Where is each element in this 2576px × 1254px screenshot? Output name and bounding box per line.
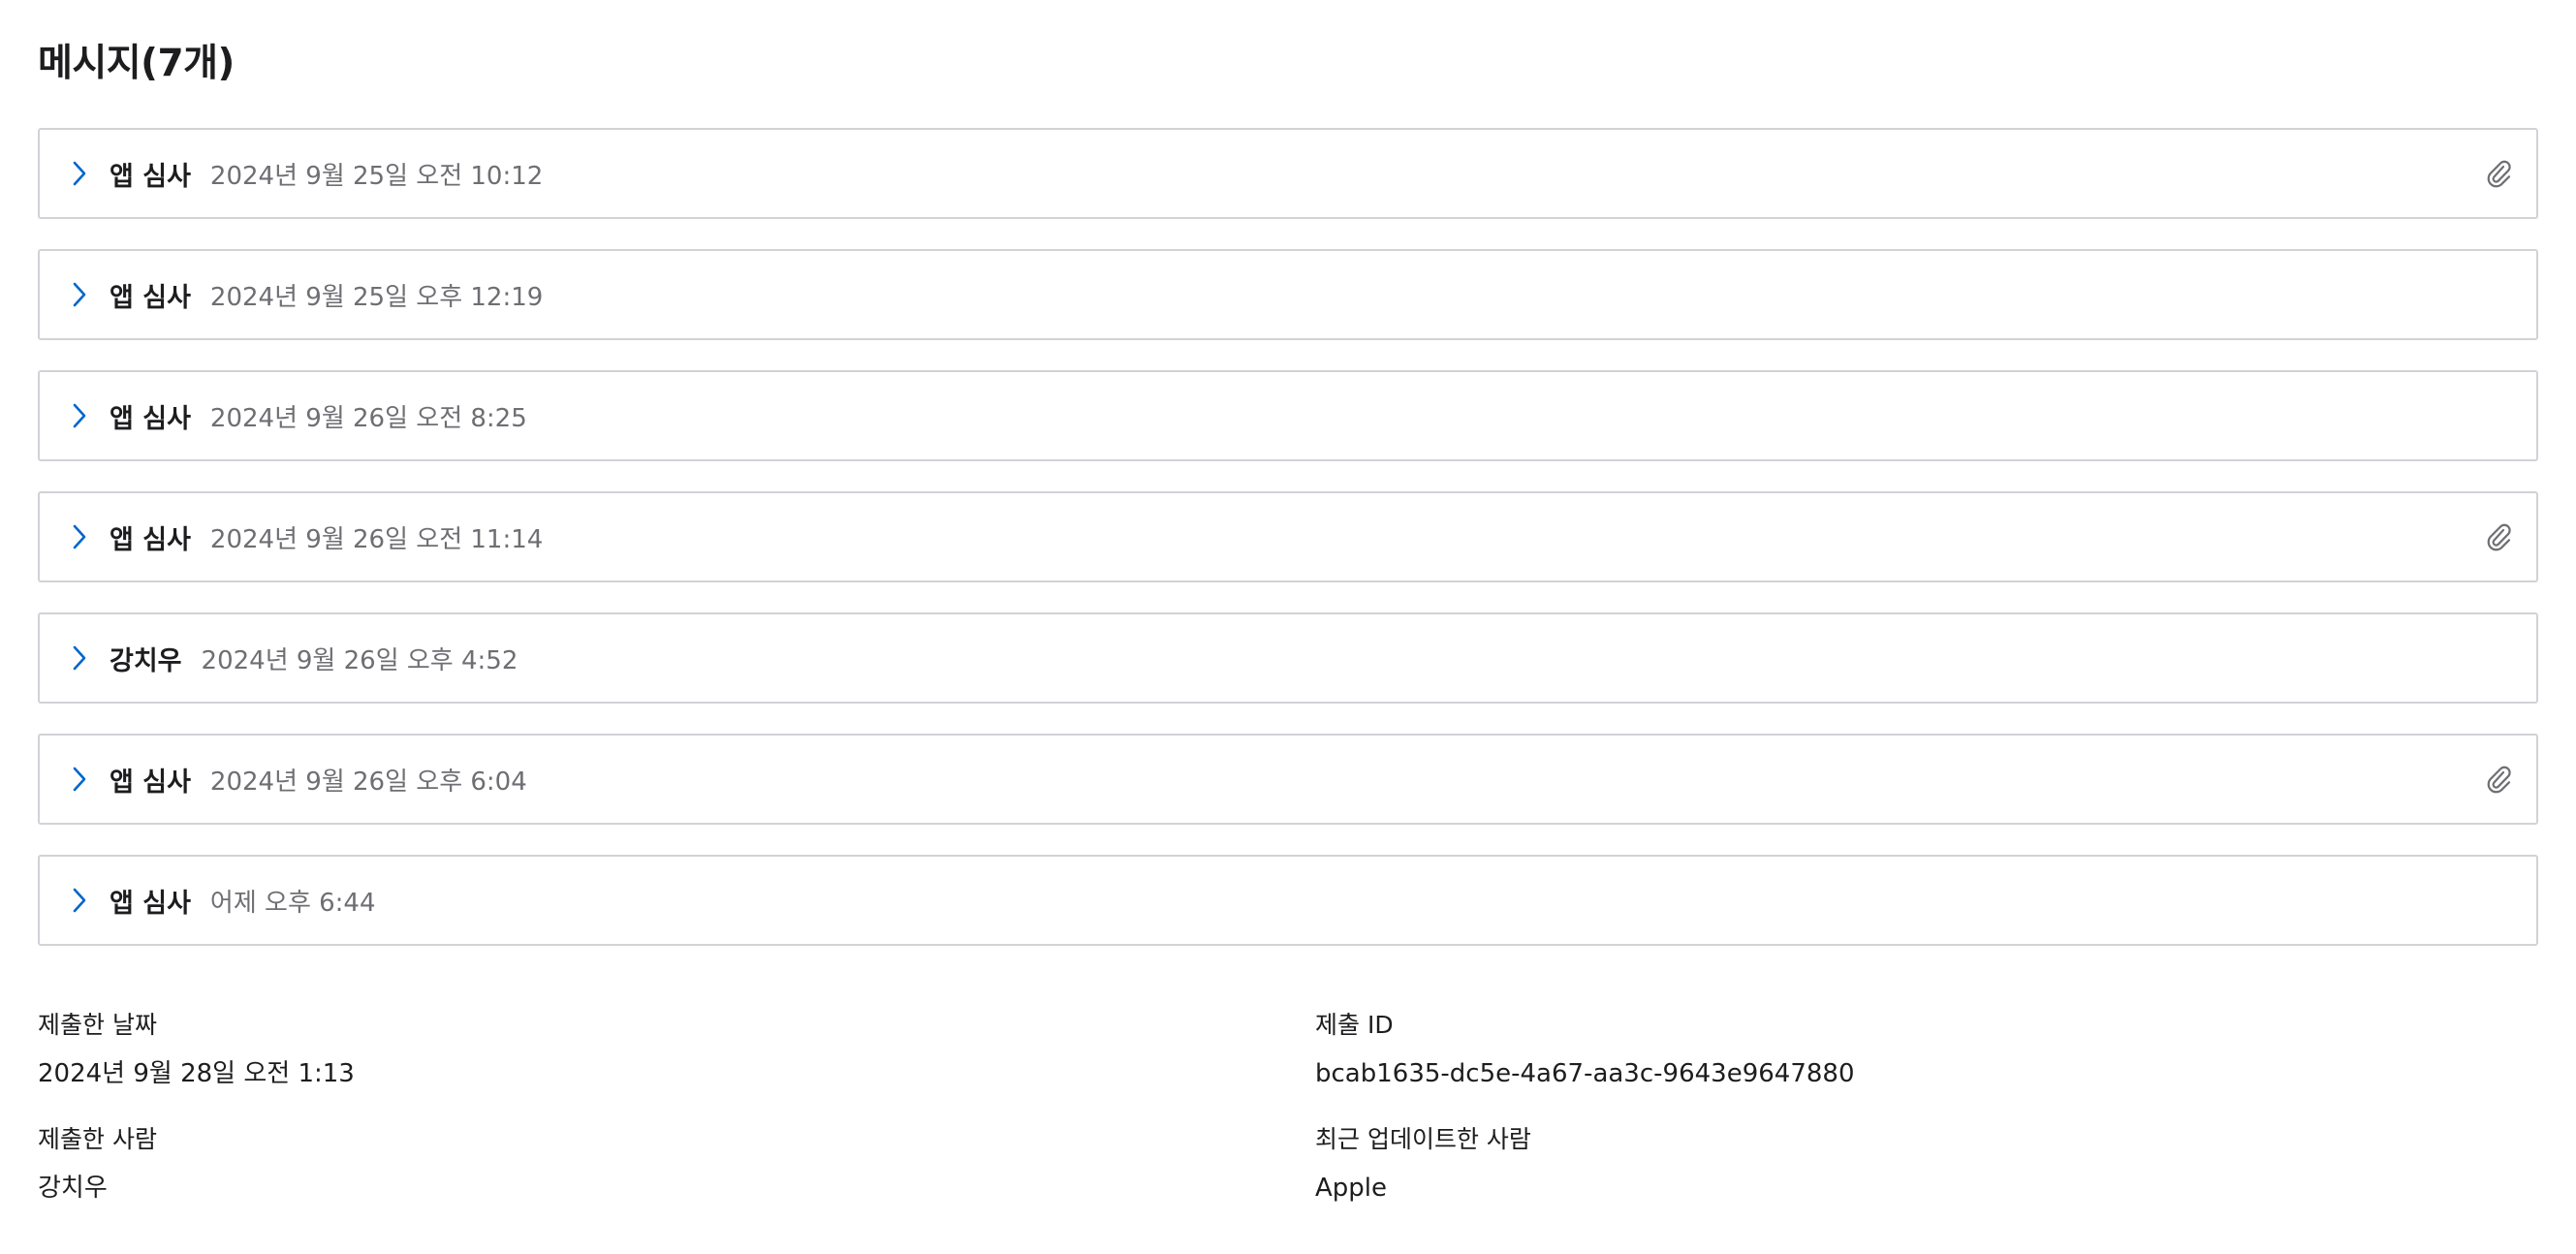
message-row[interactable]: 강치우 2024년 9월 26일 오후 4:52 xyxy=(38,612,2538,704)
message-row[interactable]: 앱 심사 2024년 9월 26일 오전 11:14 xyxy=(38,491,2538,582)
message-row[interactable]: 앱 심사 2024년 9월 26일 오전 8:25 xyxy=(38,370,2538,461)
meta-submitted-by: 제출한 사람 강치우 xyxy=(38,1122,1315,1206)
meta-last-updated-by: 최근 업데이트한 사람 Apple xyxy=(1315,1122,2538,1206)
message-sender: 강치우 xyxy=(110,645,182,676)
meta-label: 최근 업데이트한 사람 xyxy=(1315,1125,1531,1153)
chevron-right-icon[interactable] xyxy=(67,765,92,794)
message-list: 앱 심사 2024년 9월 25일 오전 10:12 앱 심사 2024년 9월 25… xyxy=(38,128,2538,976)
message-sender: 앱 심사 xyxy=(110,161,191,192)
submission-meta: 제출한 날짜 2024년 9월 28일 오전 1:13 제출 ID bcab16… xyxy=(38,1008,2538,1206)
message-date: 2024년 9월 26일 오전 8:25 xyxy=(209,403,527,433)
meta-label: 제출 ID xyxy=(1315,1011,1394,1039)
meta-submitted-date: 제출한 날짜 2024년 9월 28일 오전 1:13 xyxy=(38,1008,1315,1091)
message-date: 2024년 9월 25일 오전 10:12 xyxy=(209,161,544,191)
paperclip-icon xyxy=(2482,763,2515,796)
page-title: 메시지(7개) xyxy=(38,42,235,85)
message-sender: 앱 심사 xyxy=(110,524,191,555)
message-sender: 앱 심사 xyxy=(110,888,191,919)
chevron-right-icon[interactable] xyxy=(67,401,92,430)
meta-value: Apple xyxy=(1315,1174,1388,1203)
message-row[interactable]: 앱 심사 2024년 9월 25일 오후 12:19 xyxy=(38,249,2538,340)
meta-label: 제출한 날짜 xyxy=(38,1011,157,1039)
message-sender: 앱 심사 xyxy=(110,282,191,313)
message-sender: 앱 심사 xyxy=(110,403,191,434)
chevron-right-icon[interactable] xyxy=(67,886,92,915)
chevron-right-icon[interactable] xyxy=(67,643,92,673)
meta-label: 제출한 사람 xyxy=(38,1125,157,1153)
message-date: 2024년 9월 26일 오후 6:04 xyxy=(209,767,527,797)
message-sender: 앱 심사 xyxy=(110,767,191,798)
message-row[interactable]: 앱 심사 2024년 9월 25일 오전 10:12 xyxy=(38,128,2538,219)
chevron-right-icon[interactable] xyxy=(67,522,92,551)
message-date: 2024년 9월 25일 오후 12:19 xyxy=(209,282,544,312)
chevron-right-icon[interactable] xyxy=(67,280,92,309)
message-row[interactable]: 앱 심사 2024년 9월 26일 오후 6:04 xyxy=(38,734,2538,825)
meta-value: bcab1635-dc5e-4a67-aa3c-9643e9647880 xyxy=(1315,1059,1855,1088)
paperclip-icon xyxy=(2482,157,2515,190)
meta-value: 2024년 9월 28일 오전 1:13 xyxy=(38,1059,355,1088)
paperclip-icon xyxy=(2482,520,2515,553)
message-date: 2024년 9월 26일 오후 4:52 xyxy=(201,645,518,675)
message-row[interactable]: 앱 심사 어제 오후 6:44 xyxy=(38,855,2538,946)
message-date: 어제 오후 6:44 xyxy=(209,888,376,918)
meta-value: 강치우 xyxy=(38,1174,108,1203)
message-date: 2024년 9월 26일 오전 11:14 xyxy=(209,524,544,554)
chevron-right-icon[interactable] xyxy=(67,159,92,188)
meta-submission-id: 제출 ID bcab1635-dc5e-4a67-aa3c-9643e96478… xyxy=(1315,1008,2538,1091)
